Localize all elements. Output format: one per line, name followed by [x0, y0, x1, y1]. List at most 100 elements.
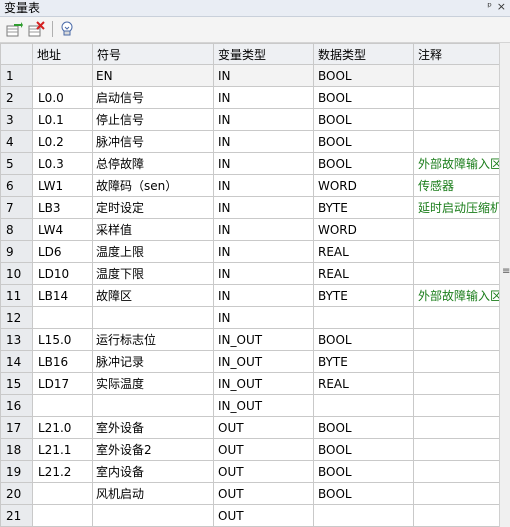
cell-comment[interactable]: 外部故障输入区 — [413, 284, 499, 307]
cell-data-type[interactable]: BOOL — [313, 86, 414, 109]
cell-address[interactable]: LD17 — [32, 372, 93, 395]
row-number[interactable]: 18 — [0, 438, 33, 461]
cell-data-type[interactable]: BYTE — [313, 350, 414, 373]
bulb-icon[interactable] — [58, 20, 76, 38]
cell-comment[interactable] — [413, 86, 499, 109]
table-row[interactable]: 7 LB3 定时设定 IN BYTE 延时启动压缩机 — [0, 196, 499, 219]
cell-var-type[interactable]: IN — [213, 196, 314, 219]
table-corner[interactable] — [0, 43, 33, 65]
cell-comment[interactable] — [413, 218, 499, 241]
vertical-scrollbar[interactable]: ≡ — [499, 43, 510, 527]
cell-symbol[interactable]: 室内设备 — [92, 460, 214, 483]
table-row[interactable]: 21 OUT — [0, 504, 499, 527]
table-row[interactable]: 11 LB14 故障区 IN BYTE 外部故障输入区 — [0, 284, 499, 307]
cell-data-type[interactable]: BOOL — [313, 152, 414, 175]
cell-symbol[interactable] — [92, 306, 214, 329]
cell-symbol[interactable]: 停止信号 — [92, 108, 214, 131]
row-number[interactable]: 7 — [0, 196, 33, 219]
cell-var-type[interactable]: IN — [213, 86, 314, 109]
table-row[interactable]: 19 L21.2 室内设备 OUT BOOL — [0, 460, 499, 483]
row-number[interactable]: 17 — [0, 416, 33, 439]
cell-symbol[interactable]: 室外设备2 — [92, 438, 214, 461]
cell-data-type[interactable]: BOOL — [313, 416, 414, 439]
cell-var-type[interactable]: OUT — [213, 504, 314, 527]
column-header-var-type[interactable]: 变量类型 — [213, 43, 314, 65]
cell-comment[interactable] — [413, 504, 499, 527]
table-row[interactable]: 3 L0.1 停止信号 IN BOOL — [0, 108, 499, 131]
cell-address[interactable]: L0.1 — [32, 108, 93, 131]
table-row[interactable]: 14 LB16 脉冲记录 IN_OUT BYTE — [0, 350, 499, 373]
cell-var-type[interactable]: OUT — [213, 482, 314, 505]
row-number[interactable]: 9 — [0, 240, 33, 263]
cell-var-type[interactable]: OUT — [213, 438, 314, 461]
cell-symbol[interactable]: 启动信号 — [92, 86, 214, 109]
cell-comment[interactable] — [413, 394, 499, 417]
cell-data-type[interactable]: WORD — [313, 174, 414, 197]
cell-data-type[interactable]: BYTE — [313, 196, 414, 219]
cell-comment[interactable] — [413, 262, 499, 285]
cell-var-type[interactable]: IN_OUT — [213, 328, 314, 351]
table-row[interactable]: 13 L15.0 运行标志位 IN_OUT BOOL — [0, 328, 499, 351]
cell-comment[interactable] — [413, 328, 499, 351]
cell-symbol[interactable]: 故障区 — [92, 284, 214, 307]
cell-comment[interactable] — [413, 372, 499, 395]
delete-row-icon[interactable] — [28, 20, 46, 38]
cell-var-type[interactable]: OUT — [213, 460, 314, 483]
column-header-data-type[interactable]: 数据类型 — [313, 43, 414, 65]
cell-data-type[interactable]: WORD — [313, 218, 414, 241]
cell-data-type[interactable]: BOOL — [313, 438, 414, 461]
cell-address[interactable]: L15.0 — [32, 328, 93, 351]
row-number[interactable]: 21 — [0, 504, 33, 527]
row-number[interactable]: 14 — [0, 350, 33, 373]
cell-symbol[interactable]: EN — [92, 64, 214, 87]
cell-comment[interactable] — [413, 482, 499, 505]
cell-symbol[interactable]: 故障码（sen） — [92, 174, 214, 197]
row-number[interactable]: 1 — [0, 64, 33, 87]
cell-var-type[interactable]: IN_OUT — [213, 350, 314, 373]
table-row[interactable]: 8 LW4 采样值 IN WORD — [0, 218, 499, 241]
cell-var-type[interactable]: IN — [213, 174, 314, 197]
close-icon[interactable]: × — [497, 0, 506, 14]
row-number[interactable]: 8 — [0, 218, 33, 241]
cell-comment[interactable] — [413, 130, 499, 153]
table-row[interactable]: 15 LD17 实际温度 IN_OUT REAL — [0, 372, 499, 395]
cell-symbol[interactable] — [92, 504, 214, 527]
cell-var-type[interactable]: IN_OUT — [213, 394, 314, 417]
cell-address[interactable]: L21.2 — [32, 460, 93, 483]
column-header-address[interactable]: 地址 — [32, 43, 93, 65]
row-number[interactable]: 19 — [0, 460, 33, 483]
row-number[interactable]: 6 — [0, 174, 33, 197]
table-row[interactable]: 2 L0.0 启动信号 IN BOOL — [0, 86, 499, 109]
cell-data-type[interactable]: BOOL — [313, 482, 414, 505]
cell-symbol[interactable]: 总停故障 — [92, 152, 214, 175]
cell-var-type[interactable]: IN_OUT — [213, 372, 314, 395]
cell-comment[interactable]: 传感器 — [413, 174, 499, 197]
cell-comment[interactable] — [413, 306, 499, 329]
cell-address[interactable]: LW1 — [32, 174, 93, 197]
cell-symbol[interactable]: 室外设备 — [92, 416, 214, 439]
cell-address[interactable] — [32, 504, 93, 527]
cell-symbol[interactable]: 温度下限 — [92, 262, 214, 285]
cell-address[interactable]: LD6 — [32, 240, 93, 263]
cell-symbol[interactable]: 实际温度 — [92, 372, 214, 395]
cell-address[interactable]: LW4 — [32, 218, 93, 241]
cell-comment[interactable] — [413, 240, 499, 263]
cell-data-type[interactable]: REAL — [313, 262, 414, 285]
cell-data-type[interactable]: BOOL — [313, 64, 414, 87]
row-number[interactable]: 13 — [0, 328, 33, 351]
cell-data-type[interactable] — [313, 394, 414, 417]
table-row[interactable]: 5 L0.3 总停故障 IN BOOL 外部故障输入区 — [0, 152, 499, 175]
cell-comment[interactable] — [413, 108, 499, 131]
table-row[interactable]: 4 L0.2 脉冲信号 IN BOOL — [0, 130, 499, 153]
cell-var-type[interactable]: IN — [213, 108, 314, 131]
cell-symbol[interactable]: 风机启动 — [92, 482, 214, 505]
cell-comment[interactable] — [413, 416, 499, 439]
cell-comment[interactable] — [413, 350, 499, 373]
cell-address[interactable] — [32, 306, 93, 329]
cell-address[interactable]: L21.1 — [32, 438, 93, 461]
cell-var-type[interactable]: IN — [213, 218, 314, 241]
cell-data-type[interactable]: BOOL — [313, 108, 414, 131]
cell-address[interactable]: L0.3 — [32, 152, 93, 175]
cell-comment[interactable] — [413, 64, 499, 87]
table-row[interactable]: 9 LD6 温度上限 IN REAL — [0, 240, 499, 263]
